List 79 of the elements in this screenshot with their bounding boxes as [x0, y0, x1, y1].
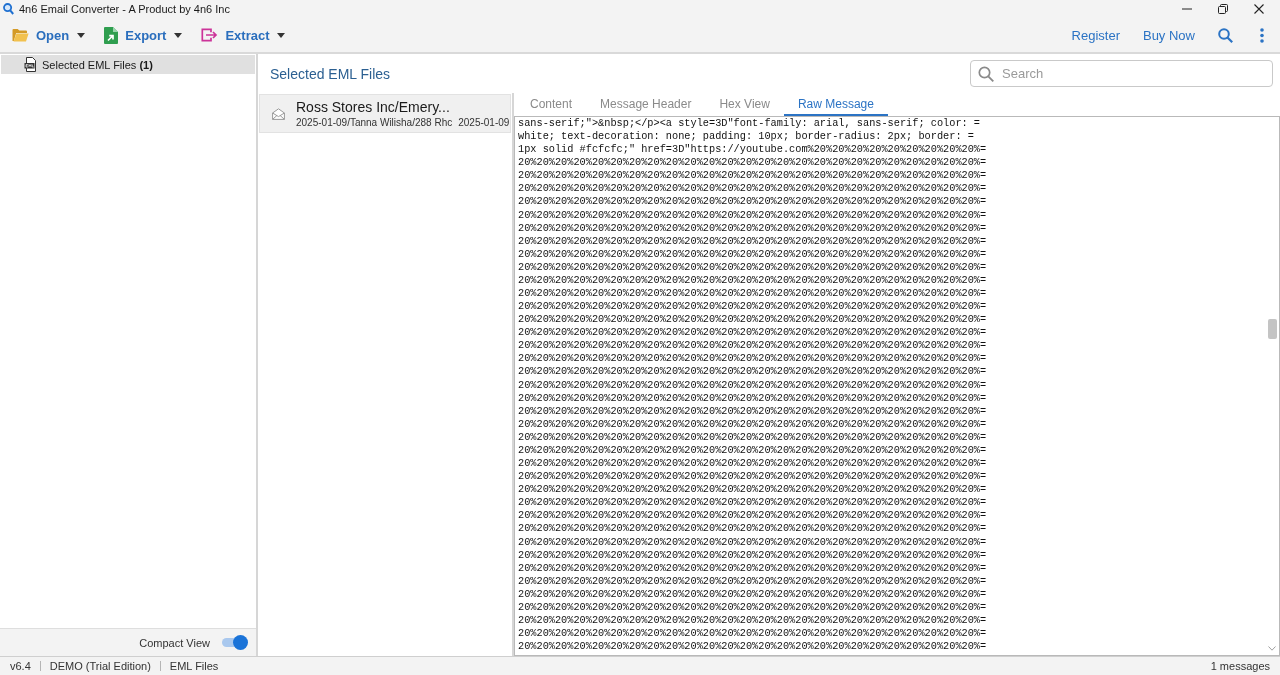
raw-message-line: 20%20%20%20%20%20%20%20%20%20%20%20%20%20%20%20%20%20%20%20%20%20%20%20%20%=: [518, 430, 987, 444]
chevron-down-icon[interactable]: [1268, 646, 1276, 651]
raw-message-line: 20%20%20%20%20%20%20%20%20%20%20%20%20%20%20%20%20%20%20%20%20%20%20%20%20%=: [518, 509, 987, 523]
raw-message-line: 20%20%20%20%20%20%20%20%20%20%20%20%20%20%20%20%20%20%20%20%20%20%20%20%20%=: [518, 457, 987, 471]
raw-message-line: 20%20%20%20%20%20%20%20%20%20%20%20%20%20%20%20%20%20%20%20%20%20%20%20%20%=: [518, 182, 987, 196]
menu-button[interactable]: Extract: [201, 27, 286, 43]
preview-tab[interactable]: Content: [516, 93, 587, 116]
raw-message-line: 20%20%20%20%20%20%20%20%20%20%20%20%20%20%20%20%20%20%20%20%20%20%20%20%20%=: [518, 195, 987, 209]
folder-icon: [12, 28, 29, 42]
tree-item[interactable]: Selected EML Files (1): [1, 55, 255, 74]
message-count: 1 messages: [1210, 660, 1270, 672]
document-arrow-icon: [104, 26, 119, 44]
raw-message-line: 20%20%20%20%20%20%20%20%20%20%20%20%20%20%20%20%20%20%20%20%20%20%20%20%20%=: [518, 627, 987, 641]
raw-message-line: 20%20%20%20%20%20%20%20%20%20%20%20%20%20%20%20%20%20%20%20%20%20%20%20%20%=: [518, 483, 987, 497]
raw-message-line: 20%20%20%20%20%20%20%20%20%20%20%20%20%20%20%20%20%20%20%20%20%20%20%20%20%=: [518, 273, 987, 287]
panel-title: Selected EML Files: [270, 65, 391, 82]
raw-message-line: 20%20%20%20%20%20%20%20%20%20%20%20%20%20%20%20%20%20%20%20%20%20%20%20%20%=: [518, 247, 987, 261]
raw-message-line: 20%20%20%20%20%20%20%20%20%20%20%20%20%20%20%20%20%20%20%20%20%20%20%20%20%=: [518, 378, 987, 392]
raw-message-line: 20%20%20%20%20%20%20%20%20%20%20%20%20%20%20%20%20%20%20%20%20%20%20%20%20%=: [518, 470, 987, 484]
message-list-item[interactable]: Ross Stores Inc/Emery... 2025-01-09/Tanna Wilisha/288 Rhc 2025-01-09: [259, 94, 511, 133]
magnifier-icon: [3, 3, 14, 15]
message-date: 2025-01-09: [458, 117, 510, 128]
message-subject: Ross Stores Inc/Emery...: [296, 99, 451, 115]
restore-icon[interactable]: [1218, 4, 1228, 14]
raw-message-line: 20%20%20%20%20%20%20%20%20%20%20%20%20%20%20%20%20%20%20%20%20%20%20%20%20%=: [518, 640, 987, 654]
scrollbar-thumb[interactable]: [1267, 319, 1277, 339]
raw-message-line: 20%20%20%20%20%20%20%20%20%20%20%20%20%20%20%20%20%20%20%20%20%20%20%20%20%=: [518, 417, 987, 431]
more-options-icon[interactable]: [1260, 27, 1264, 43]
preview-tab[interactable]: Hex View: [705, 93, 784, 116]
envelope-icon: [272, 107, 285, 120]
search-icon[interactable]: [1218, 27, 1233, 43]
raw-message-line: 20%20%20%20%20%20%20%20%20%20%20%20%20%20%20%20%20%20%20%20%20%20%20%20%20%=: [518, 443, 987, 458]
window-title: 4n6 Email Converter - A Product by 4n6 Inc: [19, 3, 230, 15]
raw-message-line: 20%20%20%20%20%20%20%20%20%20%20%20%20%20%20%20%20%20%20%20%20%20%20%20%20%=: [518, 313, 987, 327]
raw-message-line: 20%20%20%20%20%20%20%20%20%20%20%20%20%20%20%20%20%20%20%20%20%20%20%20%20%=: [518, 326, 987, 340]
version-label: v6.4: [10, 660, 31, 672]
raw-message-line: 20%20%20%20%20%20%20%20%20%20%20%20%20%20%20%20%20%20%20%20%20%20%20%20%20%=: [518, 613, 987, 628]
raw-message-line: 20%20%20%20%20%20%20%20%20%20%20%20%20%20%20%20%20%20%20%20%20%20%20%20%20%=: [518, 587, 987, 601]
header-link[interactable]: Register: [1071, 27, 1120, 43]
raw-message-line: 20%20%20%20%20%20%20%20%20%20%20%20%20%20%20%20%20%20%20%20%20%20%20%20%20%=: [518, 287, 987, 301]
raw-message-line: sans-serif;">&nbsp;</p><a style=3D"font-family: arial, sans-serif; color: =: [518, 117, 981, 131]
raw-message-line: 1px solid #fcfcfc;" href=3D"https://youtube.com%20%20%20%20%20%20%20%20%20%=: [518, 143, 987, 157]
eml-file-icon: [24, 57, 38, 72]
file-type-label: EML Files: [169, 660, 219, 672]
search-icon: [978, 66, 994, 82]
caret-icon: [77, 32, 86, 38]
caret-icon: [174, 32, 183, 38]
menu-button[interactable]: Open: [12, 27, 86, 43]
raw-message-line: 20%20%20%20%20%20%20%20%20%20%20%20%20%20%20%20%20%20%20%20%20%20%20%20%20%=: [518, 391, 987, 405]
raw-message-line: 20%20%20%20%20%20%20%20%20%20%20%20%20%20%20%20%20%20%20%20%20%20%20%20%20%=: [518, 496, 987, 510]
raw-message-line: 20%20%20%20%20%20%20%20%20%20%20%20%20%20%20%20%20%20%20%20%20%20%20%20%20%=: [518, 208, 987, 222]
raw-message-line: 20%20%20%20%20%20%20%20%20%20%20%20%20%20%20%20%20%20%20%20%20%20%20%20%20%=: [518, 339, 987, 353]
menu-button[interactable]: Export: [104, 26, 183, 44]
toggle-label: Compact View: [139, 636, 210, 649]
edition-label: DEMO (Trial Edition): [49, 660, 151, 672]
raw-message-line: white; text-decoration: none; padding: 10px; border-radius: 2px; border: =: [518, 130, 974, 144]
raw-message-line: 20%20%20%20%20%20%20%20%20%20%20%20%20%20%20%20%20%20%20%20%20%20%20%20%20%=: [518, 352, 987, 366]
message-path: 2025-01-09/Tanna Wilisha/288 Rhc: [296, 117, 453, 128]
header-link[interactable]: Buy Now: [1142, 27, 1195, 43]
raw-message-line: 20%20%20%20%20%20%20%20%20%20%20%20%20%20%20%20%20%20%20%20%20%20%20%20%20%=: [518, 221, 987, 235]
preview-tab[interactable]: Message Header: [586, 93, 706, 116]
raw-message-line: 20%20%20%20%20%20%20%20%20%20%20%20%20%20%20%20%20%20%20%20%20%20%20%20%20%=: [518, 300, 987, 314]
raw-message-line: 20%20%20%20%20%20%20%20%20%20%20%20%20%20%20%20%20%20%20%20%20%20%20%20%20%=: [518, 600, 987, 614]
search-field[interactable]: Search: [970, 60, 1273, 87]
raw-message-line: 20%20%20%20%20%20%20%20%20%20%20%20%20%20%20%20%20%20%20%20%20%20%20%20%20%=: [518, 535, 987, 549]
raw-message-line: 20%20%20%20%20%20%20%20%20%20%20%20%20%20%20%20%20%20%20%20%20%20%20%20%20%=: [518, 404, 987, 418]
caret-icon: [277, 32, 286, 38]
raw-message-line: 20%20%20%20%20%20%20%20%20%20%20%20%20%20%20%20%20%20%20%20%20%20%20%20%20%=: [518, 156, 987, 170]
raw-message-line: 20%20%20%20%20%20%20%20%20%20%20%20%20%20%20%20%20%20%20%20%20%20%20%20%20%=: [518, 234, 987, 248]
compact-view-toggle[interactable]: [221, 635, 248, 650]
raw-message-line: 20%20%20%20%20%20%20%20%20%20%20%20%20%20%20%20%20%20%20%20%20%20%20%20%20%=: [518, 260, 987, 274]
raw-message-line: 20%20%20%20%20%20%20%20%20%20%20%20%20%20%20%20%20%20%20%20%20%20%20%20%20%=: [518, 561, 987, 575]
exit-arrow-icon: [201, 28, 219, 42]
raw-message-line: 20%20%20%20%20%20%20%20%20%20%20%20%20%20%20%20%20%20%20%20%20%20%20%20%20%=: [518, 548, 987, 562]
close-icon[interactable]: [1254, 4, 1264, 14]
raw-message-line: 20%20%20%20%20%20%20%20%20%20%20%20%20%20%20%20%20%20%20%20%20%20%20%20%20%=: [518, 574, 987, 588]
raw-message-line: 20%20%20%20%20%20%20%20%20%20%20%20%20%20%20%20%20%20%20%20%20%20%20%20%20%=: [518, 365, 987, 379]
raw-message-line: 20%20%20%20%20%20%20%20%20%20%20%20%20%20%20%20%20%20%20%20%20%20%20%20%20%=: [518, 169, 987, 183]
raw-message-line: 20%20%20%20%20%20%20%20%20%20%20%20%20%20%20%20%20%20%20%20%20%20%20%20%20%=: [518, 522, 987, 536]
